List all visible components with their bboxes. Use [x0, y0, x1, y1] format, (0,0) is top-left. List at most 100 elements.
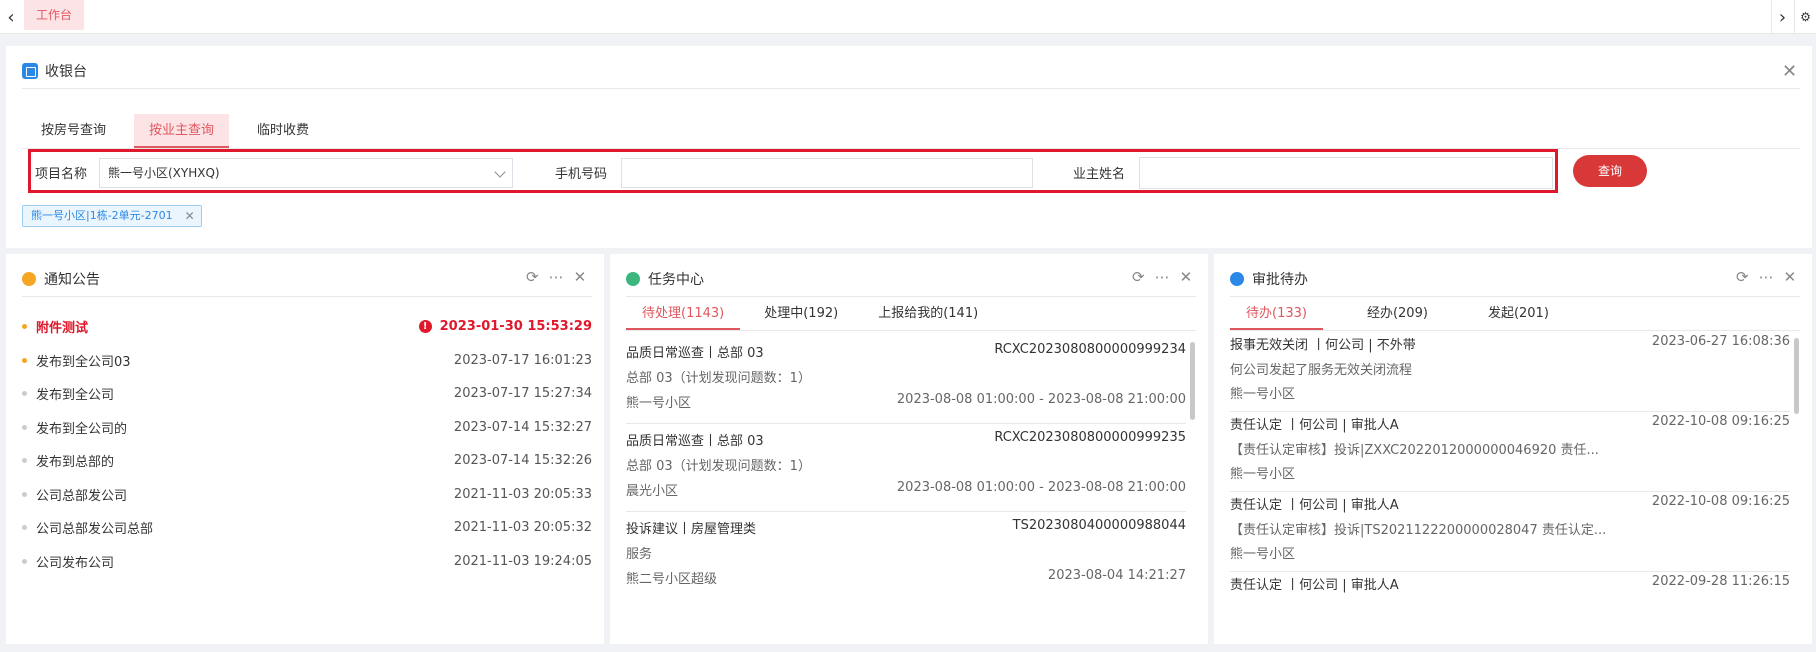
more-icon[interactable]: ⋯ — [549, 268, 564, 286]
task-item-time: 2023-08-08 01:00:00 - 2023-08-08 21:00:0… — [896, 392, 1186, 407]
approval-item-desc: 【责任认定审核】投诉|ZXXC2022012000000046920 责任... — [1230, 443, 1599, 458]
notice-text: 公司总部发公司总部 — [36, 522, 154, 538]
approval-item-desc: 【责任认定审核】投诉|TS2021122200000028047 责任认定... — [1230, 523, 1607, 538]
more-icon[interactable]: ⋯ — [1759, 268, 1774, 286]
tab-by-room[interactable]: 按房号查询 — [26, 114, 121, 148]
notice-text: 公司发布公司 — [36, 555, 115, 571]
list-item[interactable]: 品质日常巡查丨总部 03 RCXC2023080800000999234 总部 0… — [626, 336, 1186, 424]
phone-label: 手机号码 — [555, 167, 608, 182]
notice-time: 2023-01-30 15:53:29 — [439, 319, 592, 335]
task-title: 任务中心 — [648, 272, 704, 288]
notice-time: 2023-07-14 15:32:27 — [453, 419, 592, 435]
approval-item-title: 报事无效关闭 丨何公司 | 不外带 — [1230, 338, 1416, 353]
bell-icon — [22, 272, 36, 286]
list-item[interactable]: 发布到全公司的 2023-07-14 15:32:27 — [22, 411, 592, 445]
divider — [1230, 330, 1800, 331]
query-button[interactable]: 查询 — [1573, 155, 1647, 187]
dot-icon — [22, 558, 27, 564]
approval-item-place: 熊一号小区 — [1230, 387, 1296, 402]
refresh-icon[interactable]: ⟳ — [526, 268, 539, 286]
close-icon[interactable]: ✕ — [1784, 268, 1797, 286]
task-tools: ⟳ ⋯ ✕ — [1132, 268, 1192, 286]
notice-text: 发布到全公司03 — [36, 354, 131, 370]
list-item[interactable]: 公司总部发公司 2021-11-03 20:05:33 — [22, 478, 592, 512]
settings-icon[interactable]: ⚙ — [1794, 0, 1816, 34]
selected-room-tag[interactable]: 熊一号小区|1栋-2单元-2701 ✕ — [22, 205, 202, 227]
close-icon[interactable]: ✕ — [574, 268, 587, 286]
owner-name-input[interactable] — [1139, 157, 1553, 189]
approval-item-place: 熊一号小区 — [1230, 467, 1296, 482]
task-item-desc: 服务 — [626, 547, 653, 562]
refresh-icon[interactable]: ⟳ — [1132, 268, 1145, 286]
list-item[interactable]: 投诉建议丨房屋管理类 TS2023080400000988044 服务 熊二号小区… — [626, 512, 1186, 600]
tab-scroll-left-icon[interactable]: ‹ — [0, 0, 22, 34]
more-icon[interactable]: ⋯ — [1155, 268, 1170, 286]
task-item-desc: 总部 03（计划发现问题数：1） — [626, 371, 811, 386]
cashier-tabs: 按房号查询 按业主查询 临时收费 — [26, 114, 337, 148]
task-item-code: RCXC2023080800000999235 — [994, 430, 1186, 445]
tab-temp-fee[interactable]: 临时收费 — [242, 114, 324, 148]
divider — [1230, 296, 1800, 297]
task-header: 任务中心 — [626, 269, 704, 289]
close-icon[interactable]: ✕ — [1782, 63, 1797, 81]
approval-card: 审批待办 ⟳ ⋯ ✕ 待办(133) 经办(209) 发起(201) 报事无效关… — [1214, 254, 1812, 644]
list-item[interactable]: 发布到全公司03 2023-07-17 16:01:23 — [22, 344, 592, 378]
tab-pending[interactable]: 待处理(1143) — [626, 298, 741, 330]
list-item[interactable]: 发布到总部的 2023-07-14 15:32:26 — [22, 444, 592, 478]
tab-processing[interactable]: 处理中(192) — [748, 298, 854, 330]
tab-handled[interactable]: 经办(209) — [1351, 298, 1444, 330]
tab-reported-to-me[interactable]: 上报给我的(141) — [862, 298, 994, 330]
approval-scrollbar[interactable] — [1794, 338, 1799, 414]
list-item[interactable]: 品质日常巡查丨总部 03 RCXC2023080800000999235 总部 0… — [626, 424, 1186, 512]
task-scrollbar[interactable] — [1190, 342, 1195, 420]
dot-icon — [22, 424, 27, 430]
dot-icon — [22, 491, 27, 497]
approval-header: 审批待办 — [1230, 269, 1308, 289]
notice-text: 附件测试 — [36, 321, 89, 337]
task-item-title: 品质日常巡查丨总部 03 — [626, 346, 764, 361]
divider — [22, 296, 592, 297]
project-value: 熊一号小区(XYHXQ) — [108, 166, 220, 180]
task-item-place: 熊二号小区超级 — [626, 572, 718, 587]
list-item[interactable]: 公司总部发公司总部 2021-11-03 20:05:32 — [22, 511, 592, 545]
cashier-panel: 收银台 ✕ 按房号查询 按业主查询 临时收费 项目名称 熊一号小区(XYHXQ)… — [6, 46, 1812, 248]
list-item[interactable]: 责任认定 丨何公司 | 审批人A 2022-10-08 09:16:25 【责任认… — [1230, 412, 1790, 492]
approval-tabs: 待办(133) 经办(209) 发起(201) — [1230, 298, 1573, 330]
list-item[interactable]: 报事无效关闭 丨何公司 | 不外带 2023-06-27 16:08:36 何公司… — [1230, 332, 1790, 412]
tab-scroll-right-icon[interactable]: › — [1771, 0, 1793, 34]
task-item-place: 熊一号小区 — [626, 396, 692, 411]
list-item[interactable]: 责任认定 丨何公司 | 审批人A 2022-09-28 11:26:15 — [1230, 572, 1790, 652]
notice-time: 2023-07-14 15:32:26 — [453, 453, 592, 469]
warning-icon: ! — [418, 320, 432, 334]
task-item-place: 晨光小区 — [626, 484, 679, 499]
tab-workbench[interactable]: 工作台 — [24, 0, 85, 30]
list-item[interactable]: 公司发布公司 2021-11-03 19:24:05 — [22, 545, 592, 579]
approval-title: 审批待办 — [1252, 272, 1308, 288]
close-icon[interactable]: ✕ — [1180, 268, 1193, 286]
refresh-icon[interactable]: ⟳ — [1736, 268, 1749, 286]
task-item-title: 投诉建议丨房屋管理类 — [626, 522, 757, 537]
task-item-code: TS2023080400000988044 — [1012, 518, 1186, 533]
query-form: 项目名称 熊一号小区(XYHXQ) 手机号码 业主姓名 — [28, 149, 1558, 193]
chevron-down-icon — [494, 166, 506, 178]
phone-input[interactable] — [621, 158, 1033, 188]
approval-item-time: 2022-10-08 09:16:25 — [1651, 494, 1790, 509]
list-item[interactable]: 发布到全公司 2023-07-17 15:27:34 — [22, 377, 592, 411]
divider — [22, 88, 1800, 89]
divider — [626, 296, 1196, 297]
approval-item-title: 责任认定 丨何公司 | 审批人A — [1230, 498, 1399, 513]
task-item-desc: 总部 03（计划发现问题数：1） — [626, 459, 811, 474]
list-item[interactable]: 责任认定 丨何公司 | 审批人A 2022-10-08 09:16:25 【责任认… — [1230, 492, 1790, 572]
tag-close-icon[interactable]: ✕ — [185, 206, 195, 226]
approval-item-time: 2023-06-27 16:08:36 — [1651, 334, 1790, 349]
tab-by-owner[interactable]: 按业主查询 — [134, 114, 230, 148]
notice-time: 2023-07-17 16:01:23 — [453, 352, 592, 368]
list-item[interactable]: 附件测试 ! 2023-01-30 15:53:29 — [22, 310, 592, 344]
task-center-card: 任务中心 ⟳ ⋯ ✕ 待处理(1143) 处理中(192) 上报给我的(141)… — [610, 254, 1208, 644]
dot-icon — [22, 458, 27, 464]
tab-todo[interactable]: 待办(133) — [1230, 298, 1323, 330]
project-select[interactable]: 熊一号小区(XYHXQ) — [99, 158, 513, 188]
approval-tools: ⟳ ⋯ ✕ — [1736, 268, 1796, 286]
notice-text: 发布到全公司的 — [36, 421, 128, 437]
tab-initiated[interactable]: 发起(201) — [1472, 298, 1565, 330]
